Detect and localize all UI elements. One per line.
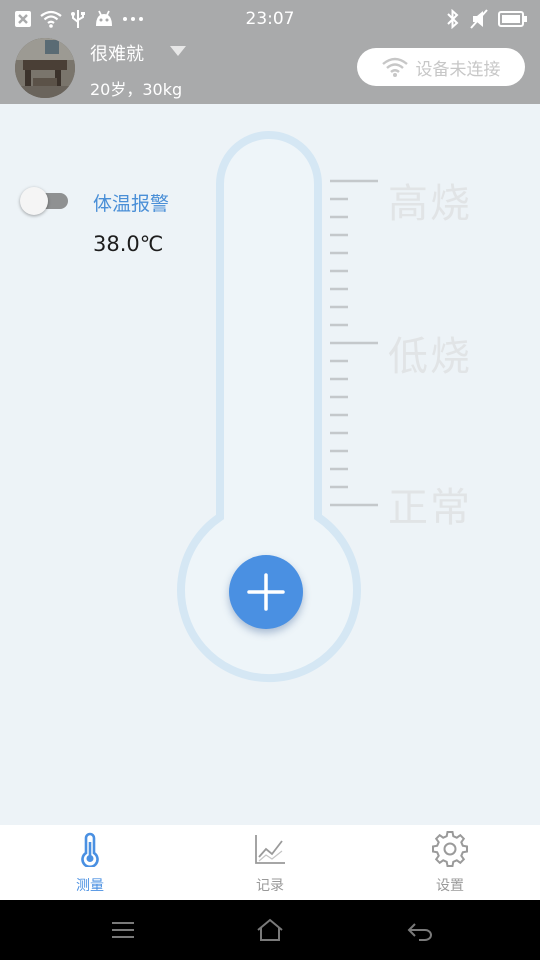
tab-settings[interactable]: 设置 <box>360 825 540 900</box>
plus-icon <box>247 573 285 611</box>
add-measurement-button[interactable] <box>229 555 303 629</box>
gear-icon <box>432 831 468 867</box>
scale-label-low: 低烧 <box>388 334 472 380</box>
scale-ticks <box>330 179 378 507</box>
tab-measure[interactable]: 测量 <box>0 825 180 900</box>
tab-records[interactable]: 记录 <box>180 825 360 900</box>
home-icon[interactable] <box>255 918 285 942</box>
scale-label-normal: 正常 <box>388 485 472 531</box>
system-nav-bar <box>0 900 540 960</box>
tab-measure-label: 测量 <box>76 878 104 894</box>
tab-records-label: 记录 <box>256 878 284 894</box>
thermometer-icon <box>81 832 99 867</box>
tab-settings-label: 设置 <box>436 878 464 894</box>
back-icon[interactable] <box>405 918 435 942</box>
bottom-tab-bar: 测量 记录 设置 <box>0 825 540 900</box>
scale-label-high: 高烧 <box>388 181 472 227</box>
chart-icon <box>255 835 285 864</box>
menu-icon[interactable] <box>108 918 138 942</box>
